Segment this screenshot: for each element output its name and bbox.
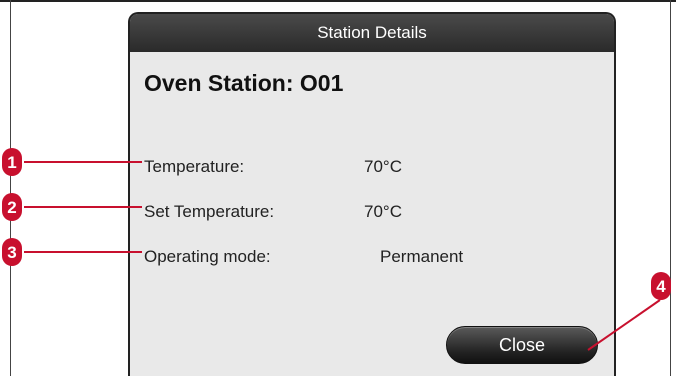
callout-marker-1: 1: [2, 148, 22, 176]
page: Station Details Oven Station: O01 Temper…: [0, 0, 676, 376]
callout-marker-1-label: 1: [7, 153, 16, 172]
temperature-label: Temperature:: [144, 157, 245, 176]
callout-marker-3-label: 3: [7, 243, 16, 262]
callout-marker-4: 4: [651, 272, 671, 300]
callout-marker-3: 3: [2, 238, 22, 266]
frame-top-line: [0, 0, 676, 2]
station-details-dialog: Station Details Oven Station: O01 Temper…: [128, 12, 616, 376]
close-button-label: Close: [498, 334, 546, 355]
set-temperature-label: Set Temperature:: [144, 202, 275, 221]
frame-right-line: [670, 0, 671, 376]
frame-left-line: [10, 0, 11, 376]
callout-marker-4-label: 4: [656, 277, 666, 296]
station-heading: Oven Station: O01: [144, 70, 344, 96]
callout-marker-2: 2: [2, 193, 22, 221]
callout-marker-2-label: 2: [7, 198, 16, 217]
temperature-value: 70°C: [364, 157, 402, 176]
operating-mode-label: Operating mode:: [144, 247, 271, 266]
set-temperature-value: 70°C: [364, 202, 402, 221]
close-button[interactable]: Close: [446, 326, 598, 364]
dialog-title-bar: Station Details: [130, 14, 614, 52]
operating-mode-value: Permanent: [380, 247, 464, 266]
dialog-title: Station Details: [317, 23, 427, 42]
